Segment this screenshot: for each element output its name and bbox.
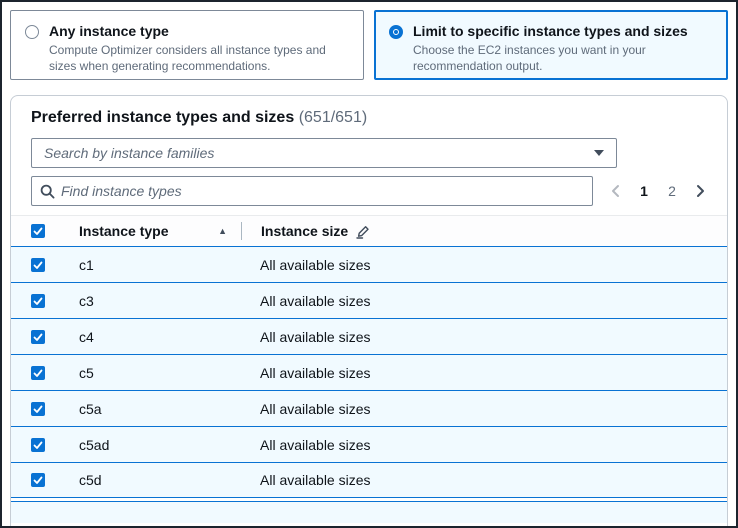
row-checkbox[interactable] <box>31 294 45 308</box>
table-row[interactable]: c5d All available sizes <box>11 462 727 498</box>
instance-type-cell: c5d <box>79 472 102 488</box>
previous-page-button[interactable] <box>605 179 627 203</box>
chevron-down-icon <box>594 150 604 156</box>
pagination: 1 2 <box>605 179 711 203</box>
instance-types-table: Instance type ▲ Instance size c1 All ava… <box>11 215 727 523</box>
app-window: Any instance type Compute Optimizer cons… <box>0 0 738 528</box>
selection-count: (651/651) <box>299 109 368 126</box>
row-checkbox[interactable] <box>31 258 45 272</box>
search-icon <box>40 184 55 199</box>
instance-type-cell: c4 <box>79 329 94 345</box>
row-checkbox[interactable] <box>31 438 45 452</box>
row-checkbox[interactable] <box>31 330 45 344</box>
column-header-instance-size: Instance size <box>261 223 348 239</box>
instance-size-cell: All available sizes <box>260 401 371 417</box>
instance-type-cell: c3 <box>79 293 94 309</box>
preferred-instance-panel: Preferred instance types and sizes (651/… <box>10 95 728 528</box>
table-body: c1 All available sizes c3 All available … <box>11 246 727 498</box>
table-row[interactable]: c5 All available sizes <box>11 354 727 390</box>
page-1-button[interactable]: 1 <box>633 179 655 203</box>
instance-type-cell: c5ad <box>79 437 109 453</box>
option-any-instance-type[interactable]: Any instance type Compute Optimizer cons… <box>10 10 364 80</box>
instance-type-cell: c5 <box>79 365 94 381</box>
select-placeholder: Search by instance families <box>44 145 594 161</box>
option-description: Compute Optimizer considers all instance… <box>49 42 349 74</box>
radio-unselected-icon[interactable] <box>25 25 39 39</box>
instance-type-cell: c5a <box>79 401 102 417</box>
instance-size-cell: All available sizes <box>260 293 371 309</box>
instance-type-option-group: Any instance type Compute Optimizer cons… <box>10 10 728 80</box>
instance-size-cell: All available sizes <box>260 472 371 488</box>
search-input[interactable] <box>61 183 584 199</box>
table-row[interactable]: c5ad All available sizes <box>11 426 727 462</box>
sort-ascending-icon[interactable]: ▲ <box>218 226 227 236</box>
option-text: Any instance type Compute Optimizer cons… <box>49 22 349 68</box>
find-instance-types-search[interactable] <box>31 176 593 206</box>
instance-size-cell: All available sizes <box>260 437 371 453</box>
table-toolbar: 1 2 <box>31 176 711 206</box>
table-row[interactable]: c3 All available sizes <box>11 282 727 318</box>
row-checkbox[interactable] <box>31 402 45 416</box>
column-header-instance-type[interactable]: Instance type <box>79 223 168 239</box>
table-row[interactable]: c5a All available sizes <box>11 390 727 426</box>
row-checkbox[interactable] <box>31 473 45 487</box>
instance-family-select[interactable]: Search by instance families <box>31 138 617 168</box>
panel-header: Preferred instance types and sizes (651/… <box>11 96 727 136</box>
option-title: Limit to specific instance types and siz… <box>413 22 713 40</box>
table-row[interactable]: c4 All available sizes <box>11 318 727 354</box>
instance-size-cell: All available sizes <box>260 257 371 273</box>
edit-pencil-icon[interactable] <box>356 224 371 239</box>
instance-type-cell: c1 <box>79 257 94 273</box>
option-limit-specific-types[interactable]: Limit to specific instance types and siz… <box>374 10 728 80</box>
panel-title: Preferred instance types and sizes <box>31 109 294 126</box>
table-row-partial[interactable] <box>11 501 727 523</box>
instance-size-cell: All available sizes <box>260 365 371 381</box>
page-2-button[interactable]: 2 <box>661 179 683 203</box>
option-title: Any instance type <box>49 22 349 40</box>
instance-size-cell: All available sizes <box>260 329 371 345</box>
option-description: Choose the EC2 instances you want in you… <box>413 42 713 74</box>
table-row[interactable]: c1 All available sizes <box>11 246 727 282</box>
select-all-checkbox[interactable] <box>31 224 45 238</box>
option-text: Limit to specific instance types and siz… <box>413 22 713 68</box>
table-header-row: Instance type ▲ Instance size <box>11 216 727 246</box>
next-page-button[interactable] <box>689 179 711 203</box>
radio-selected-icon[interactable] <box>389 25 403 39</box>
row-checkbox[interactable] <box>31 366 45 380</box>
